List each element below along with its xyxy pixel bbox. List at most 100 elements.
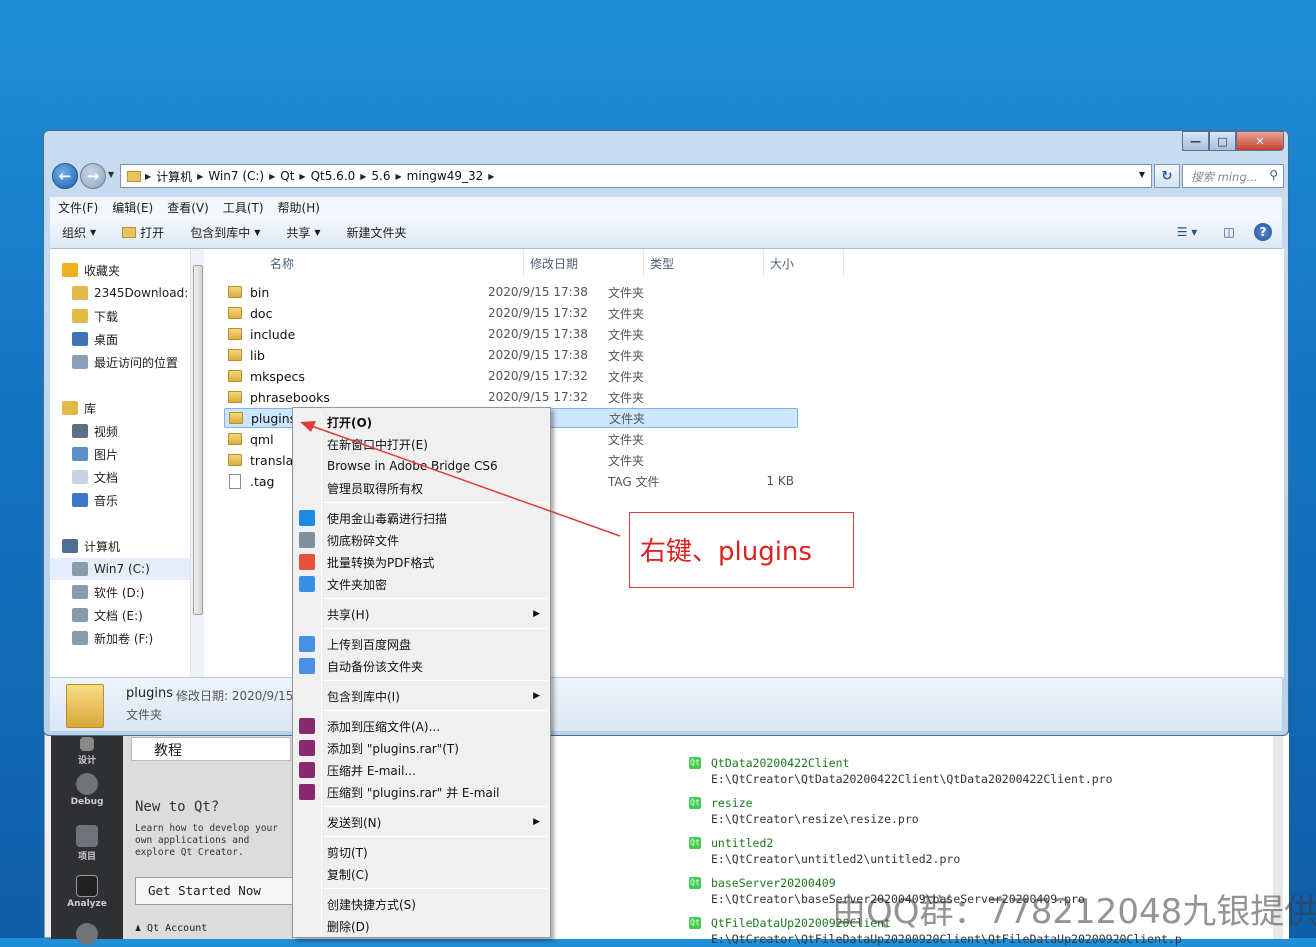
- recent-project[interactable]: Qt QtData20200422Client E:\QtCreator\QtDat…: [689, 755, 1113, 787]
- kingsoft-icon: [299, 510, 315, 526]
- nav-item-desktop[interactable]: 桌面: [50, 328, 190, 350]
- mode-analyze[interactable]: Analyze: [51, 875, 123, 909]
- nav-scroll-thumb[interactable]: [193, 265, 203, 615]
- file-row[interactable]: mkspecs 2020/9/15 17:32 文件夹: [224, 366, 798, 386]
- menu-file[interactable]: 文件(F): [58, 199, 98, 216]
- mode-design[interactable]: 设计: [51, 737, 123, 766]
- breadcrumb-item[interactable]: Qt5.6.0: [306, 169, 361, 183]
- address-dropdown-icon[interactable]: ▼: [1139, 170, 1145, 179]
- menu-item[interactable]: 压缩到 "plugins.rar" 并 E-mail: [295, 781, 548, 803]
- new-folder-button[interactable]: 新建文件夹: [347, 224, 407, 241]
- file-row[interactable]: bin 2020/9/15 17:38 文件夹: [224, 282, 798, 302]
- menu-item[interactable]: 添加到压缩文件(A)...: [295, 715, 548, 737]
- recent-project[interactable]: Qt untitled2 E:\QtCreator\untitled2\untitl…: [689, 835, 960, 867]
- menu-item[interactable]: 压缩并 E-mail...: [295, 759, 548, 781]
- menu-item[interactable]: 复制(C): [295, 863, 548, 885]
- nav-item-computer[interactable]: 计算机: [50, 535, 190, 557]
- menu-item-label: 在新窗口中打开(E): [327, 437, 428, 452]
- minimize-button[interactable]: —: [1182, 131, 1209, 151]
- menu-view[interactable]: 查看(V): [167, 199, 209, 216]
- menu-edit[interactable]: 编辑(E): [112, 199, 153, 216]
- nav-item-drive[interactable]: 文档 (E:): [50, 604, 190, 626]
- menu-item[interactable]: 使用金山毒霸进行扫描: [295, 507, 548, 529]
- menu-item[interactable]: 自动备份该文件夹: [295, 655, 548, 677]
- file-row[interactable]: doc 2020/9/15 17:32 文件夹: [224, 303, 798, 323]
- nav-scrollbar[interactable]: [190, 249, 204, 677]
- menu-item-label: 包含到库中(I): [327, 689, 400, 704]
- recent-pages-dropdown[interactable]: ▼: [108, 170, 114, 179]
- menu-item[interactable]: 管理员取得所有权: [295, 477, 548, 499]
- nav-item-folder[interactable]: 2345Download:: [50, 282, 190, 304]
- include-library-button[interactable]: 包含到库中 ▼: [190, 224, 260, 241]
- nav-item-document[interactable]: 文档: [50, 466, 190, 488]
- open-folder-icon: [122, 227, 137, 238]
- breadcrumb-item[interactable]: 5.6: [366, 169, 395, 183]
- column-name[interactable]: 名称: [264, 249, 524, 277]
- help-icon[interactable]: ?: [1254, 223, 1272, 241]
- picture-icon: [72, 447, 88, 461]
- nav-item-recent-places[interactable]: 最近访问的位置: [50, 351, 190, 373]
- menu-item[interactable]: 文件夹加密: [295, 573, 548, 595]
- nav-item-download-folder[interactable]: 下载: [50, 305, 190, 327]
- back-button[interactable]: ←: [52, 163, 78, 189]
- view-options-icon[interactable]: ☰ ▾: [1170, 223, 1204, 241]
- preview-pane-icon[interactable]: ◫: [1220, 223, 1238, 241]
- mode-projects[interactable]: 项目: [51, 825, 123, 862]
- menu-item[interactable]: 剪切(T): [295, 841, 548, 863]
- command-bar: 组织 ▼ 打开 包含到库中 ▼ 共享 ▼ 新建文件夹 ☰ ▾ ◫ ?: [50, 217, 1282, 249]
- tutorials-tab[interactable]: 教程: [131, 737, 291, 761]
- close-button[interactable]: ✕: [1236, 131, 1284, 151]
- nav-item-drive-c[interactable]: Win7 (C:): [50, 558, 190, 580]
- open-button[interactable]: 打开: [122, 224, 164, 241]
- chevron-down-icon: ▼: [314, 228, 321, 237]
- share-button[interactable]: 共享 ▼: [286, 224, 320, 241]
- menu-item[interactable]: 打开(O): [295, 411, 548, 433]
- breadcrumb-item[interactable]: Win7 (C:): [203, 169, 269, 183]
- menu-item[interactable]: 删除(D): [295, 915, 548, 937]
- column-size[interactable]: 大小: [764, 249, 844, 277]
- breadcrumb-item[interactable]: 计算机: [151, 168, 197, 185]
- nav-item-drive[interactable]: 新加卷 (F:): [50, 627, 190, 649]
- menu-item[interactable]: 彻底粉碎文件: [295, 529, 548, 551]
- qt-account-link[interactable]: ♟ Qt Account: [135, 923, 207, 934]
- column-date[interactable]: 修改日期: [524, 249, 644, 277]
- organize-button[interactable]: 组织 ▼: [62, 224, 96, 241]
- nav-item-music[interactable]: 音乐: [50, 489, 190, 511]
- nav-item-library[interactable]: 库: [50, 397, 190, 419]
- menu-item[interactable]: 创建快捷方式(S): [295, 893, 548, 915]
- forward-button[interactable]: →: [80, 163, 106, 189]
- menu-item[interactable]: 在新窗口中打开(E): [295, 433, 548, 455]
- menu-item[interactable]: 上传到百度网盘: [295, 633, 548, 655]
- menu-item[interactable]: 发送到(N) ▶: [295, 811, 548, 833]
- menu-tools[interactable]: 工具(T): [223, 199, 264, 216]
- mode-debug[interactable]: Debug: [51, 773, 123, 807]
- column-type[interactable]: 类型: [644, 249, 764, 277]
- download-folder-icon: [72, 309, 88, 323]
- mode-help[interactable]: [51, 923, 123, 947]
- search-input[interactable]: 搜索 ming... ⚲: [1182, 164, 1284, 188]
- menu-item[interactable]: 包含到库中(I) ▶: [295, 685, 548, 707]
- menu-item[interactable]: Browse in Adobe Bridge CS6: [295, 455, 548, 477]
- nav-item-video[interactable]: 视频: [50, 420, 190, 442]
- nav-item-star[interactable]: 收藏夹: [50, 259, 190, 281]
- breadcrumb-item[interactable]: Qt: [275, 169, 299, 183]
- menu-separator: [323, 598, 548, 599]
- maximize-button[interactable]: □: [1209, 131, 1236, 151]
- menu-item[interactable]: 共享(H) ▶: [295, 603, 548, 625]
- library-icon: [62, 401, 78, 415]
- nav-item-picture[interactable]: 图片: [50, 443, 190, 465]
- file-row[interactable]: phrasebooks 2020/9/15 17:32 文件夹: [224, 387, 798, 407]
- file-row[interactable]: lib 2020/9/15 17:38 文件夹: [224, 345, 798, 365]
- refresh-button[interactable]: ↻: [1154, 164, 1180, 188]
- breadcrumb-item[interactable]: mingw49_32: [402, 169, 489, 183]
- menu-item[interactable]: 批量转换为PDF格式: [295, 551, 548, 573]
- nav-item-drive[interactable]: 软件 (D:): [50, 581, 190, 603]
- get-started-button[interactable]: Get Started Now: [135, 877, 295, 905]
- menu-item[interactable]: 添加到 "plugins.rar"(T): [295, 737, 548, 759]
- menu-help[interactable]: 帮助(H): [278, 199, 320, 216]
- recent-project[interactable]: Qt resize E:\QtCreator\resize\resize.pro: [689, 795, 919, 827]
- address-bar[interactable]: ▶ 计算机 ▶ Win7 (C:) ▶ Qt ▶ Qt5.6.0 ▶ 5.6 ▶ mingw49_3…: [120, 164, 1152, 188]
- chevron-right-icon[interactable]: ▶: [488, 172, 494, 181]
- file-row[interactable]: include 2020/9/15 17:38 文件夹: [224, 324, 798, 344]
- star-icon: [62, 263, 78, 277]
